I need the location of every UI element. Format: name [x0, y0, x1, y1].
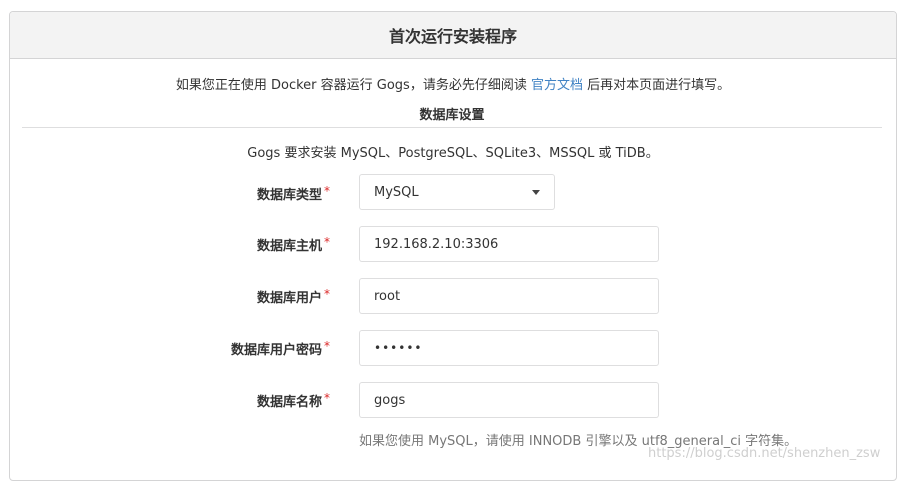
db-type-label: 数据库类型 *: [256, 184, 330, 203]
db-name-input[interactable]: gogs: [359, 382, 659, 418]
db-password-input[interactable]: ••••••: [359, 330, 659, 366]
docker-notice: 如果您正在使用 Docker 容器运行 Gogs，请务必先仔细阅读 官方文档 后…: [175, 78, 731, 93]
required-marker: *: [324, 235, 330, 249]
required-marker: *: [324, 184, 330, 198]
db-host-label: 数据库主机 *: [256, 235, 330, 254]
db-user-label: 数据库用户 *: [256, 287, 330, 306]
db-user-input[interactable]: root: [359, 278, 659, 314]
db-type-selected-value: MySQL: [374, 184, 419, 200]
database-settings-heading: 数据库设置: [22, 104, 882, 128]
db-host-input[interactable]: 192.168.2.10:3306: [359, 226, 659, 262]
db-type-dropdown[interactable]: MySQL: [359, 174, 555, 210]
required-marker: *: [324, 287, 330, 301]
db-password-label: 数据库用户密码 *: [230, 339, 330, 358]
watermark-text: https://blog.csdn.net/shenzhen_zsw: [648, 446, 881, 461]
official-docs-link[interactable]: 官方文档: [531, 78, 583, 93]
database-requirements-note: Gogs 要求安装 MySQL、PostgreSQL、SQLite3、MSSQL…: [247, 146, 659, 161]
install-panel: 首次运行安装程序 如果您正在使用 Docker 容器运行 Gogs，请务必先仔细…: [9, 11, 897, 481]
page-title: 首次运行安装程序: [10, 12, 896, 59]
required-marker: *: [324, 391, 330, 405]
db-name-label: 数据库名称 *: [256, 391, 330, 410]
required-marker: *: [324, 339, 330, 353]
caret-down-icon: [532, 189, 540, 195]
